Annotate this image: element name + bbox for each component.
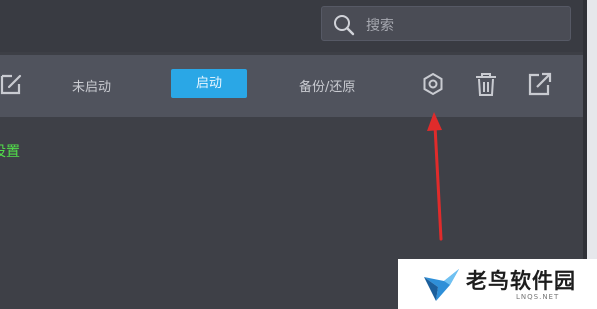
backup-restore-button[interactable]: 备份/还原	[299, 76, 355, 95]
start-button[interactable]: 启动	[171, 69, 247, 98]
search-icon	[334, 15, 355, 36]
share-icon[interactable]	[525, 70, 553, 98]
gear-icon[interactable]	[419, 70, 447, 98]
bird-logo-icon	[424, 269, 459, 301]
watermark-title: 老鸟软件园	[466, 269, 576, 293]
app-window: 搜索 未启动 启动 备份/还原 设置	[0, 0, 597, 309]
watermark: 老鸟软件园 LNQS.NET	[398, 259, 597, 309]
edit-icon[interactable]	[0, 70, 26, 98]
toolbar: 未启动 启动 备份/还原	[0, 55, 587, 117]
trash-icon[interactable]	[472, 70, 500, 98]
watermark-subtitle: LNQS.NET	[516, 293, 560, 301]
settings-link[interactable]: 设置	[0, 141, 20, 161]
not-started-status[interactable]: 未启动	[72, 76, 111, 95]
search-placeholder[interactable]: 搜索	[366, 15, 394, 35]
search-box[interactable]: 搜索	[321, 6, 571, 41]
header-bar: 搜索	[0, 0, 587, 52]
